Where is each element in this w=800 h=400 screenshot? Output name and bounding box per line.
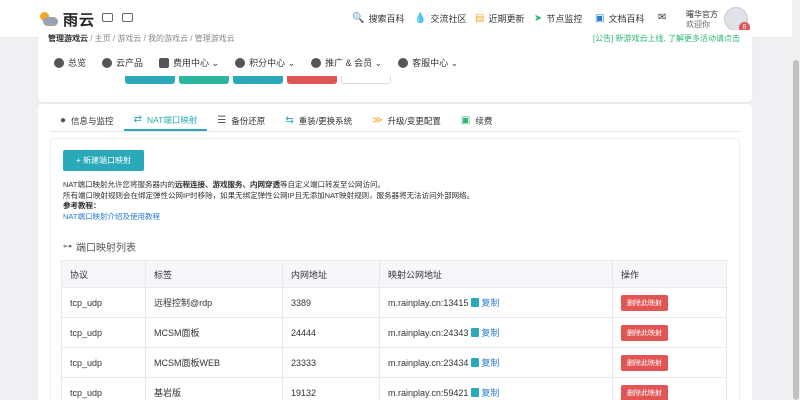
- table-row: tcp_udp 远程控制@rdp 3389 m.rainplay.cn:1341…: [61, 287, 727, 318]
- nav-search-wiki[interactable]: 🔍 搜索百科: [352, 12, 404, 25]
- action-button-4[interactable]: [287, 76, 337, 84]
- user-menu[interactable]: 曙华官方 欢迎你: [686, 10, 718, 30]
- action-button-1[interactable]: [125, 76, 175, 84]
- delete-mapping-button[interactable]: 删除此映射: [621, 384, 668, 400]
- docs-icon: ▣: [595, 13, 605, 24]
- col-label: 标签: [145, 260, 283, 288]
- table-row: tcp_udp MCSM面板 24444 m.rainplay.cn:24343…: [61, 317, 727, 348]
- action-button-5[interactable]: [341, 76, 391, 84]
- action-button-2[interactable]: [179, 76, 229, 84]
- copy-button[interactable]: 复制: [471, 388, 499, 398]
- copy-button[interactable]: 复制: [471, 358, 499, 368]
- points-icon: [235, 57, 246, 68]
- updates-icon: ▤: [475, 13, 485, 24]
- tab-renew[interactable]: ▣ 续费: [451, 110, 502, 131]
- users-icon: [311, 57, 322, 68]
- grid-icon[interactable]: [122, 13, 133, 22]
- cloud-icon: [102, 57, 113, 68]
- image-icon[interactable]: [102, 13, 113, 22]
- copy-icon: [471, 358, 480, 367]
- tab-reinstall[interactable]: ⇆ 重装/更换系统: [275, 110, 362, 131]
- menu-overview[interactable]: 总览: [54, 56, 86, 69]
- mail-icon: ✉: [658, 12, 667, 23]
- tab-nat-mapping[interactable]: ⇄ NAT端口映射: [123, 110, 208, 131]
- main-card: ● 信息与监控 ⇄ NAT端口映射 ☰ 备份还原 ⇆ 重装/更换系统 ≫ 升级/变更配置 …: [38, 104, 752, 400]
- table-row: tcp_udp MCSM面板WEB 23333 m.rainplay.cn:23…: [61, 347, 727, 378]
- page-title: 管理游戏云: [48, 34, 88, 43]
- backup-icon: ☰: [217, 115, 227, 126]
- tab-upgrade[interactable]: ≫ 升级/变更配置: [362, 110, 451, 131]
- network-icon: ⇄: [133, 114, 142, 125]
- nav-community[interactable]: 💧 交流社区: [414, 12, 466, 25]
- copy-button[interactable]: 复制: [471, 298, 499, 308]
- menu-billing[interactable]: 费用中心 ⌄: [159, 56, 219, 69]
- scrollbar-thumb[interactable]: [793, 60, 799, 400]
- headset-icon: [398, 57, 409, 68]
- nav-mail[interactable]: ✉: [658, 12, 666, 23]
- menu-points[interactable]: 积分中心 ⌄: [235, 56, 295, 69]
- monitor-icon: ➤: [534, 13, 543, 24]
- menu-cloud-products[interactable]: 云产品: [102, 56, 143, 69]
- drop-icon: 💧: [414, 13, 427, 24]
- tab-backup[interactable]: ☰ 备份还原: [207, 110, 275, 131]
- main-menu: 总览 云产品 费用中心 ⌄ 积分中心 ⌄ 推广 & 会员 ⌄ 客服中心 ⌄: [54, 56, 474, 69]
- menu-promotion[interactable]: 推广 & 会员 ⌄: [311, 56, 382, 69]
- delete-mapping-button[interactable]: 删除此映射: [621, 354, 668, 371]
- upgrade-icon: ≫: [372, 115, 383, 126]
- col-actions: 操作: [612, 260, 727, 288]
- page-scrollbar[interactable]: [792, 0, 800, 400]
- copy-icon: [471, 388, 480, 397]
- delete-mapping-button[interactable]: 删除此映射: [621, 294, 668, 311]
- col-protocol: 协议: [61, 260, 146, 288]
- user-greeting: 欢迎你: [686, 20, 710, 29]
- nat-panel: + 新建端口映射 NAT端口映射允许您将服务器内的远程连接、游戏服务、内网穿透等…: [50, 138, 740, 400]
- menu-support[interactable]: 客服中心 ⌄: [398, 56, 458, 69]
- table-row: tcp_udp 基岩版 19132 m.rainplay.cn:59421 复制 …: [61, 377, 727, 400]
- tab-info-monitor[interactable]: ● 信息与监控: [50, 110, 124, 131]
- delete-mapping-button[interactable]: 删除此映射: [621, 324, 668, 341]
- breadcrumb-path[interactable]: / 主页 / 游戏云 / 我的游戏云 / 管理游戏云: [90, 34, 234, 43]
- brand-logo[interactable]: 雨云: [38, 9, 95, 30]
- port-mapping-table: 协议 标签 内网地址 映射公网地址 操作 tcp_udp 远程控制@rdp 33…: [61, 260, 727, 400]
- nat-description: NAT端口映射允许您将服务器内的远程连接、游戏服务、内网穿透等自定义端口转发至公…: [63, 180, 475, 221]
- tab-bar: ● 信息与监控 ⇄ NAT端口映射 ☰ 备份还原 ⇆ 重装/更换系统 ≫ 升级/变更配置 …: [50, 110, 740, 132]
- notice-link[interactable]: [公告] 新游戏云上线, 了解更多活动请点击: [593, 33, 740, 44]
- new-port-mapping-button[interactable]: + 新建端口映射: [63, 150, 144, 171]
- copy-icon: [471, 298, 480, 307]
- sitemap-icon: ⊶: [63, 241, 72, 251]
- money-icon: ▣: [460, 115, 471, 126]
- brand-name: 雨云: [63, 12, 96, 29]
- billing-icon: [159, 57, 170, 68]
- action-button-3[interactable]: [233, 76, 283, 84]
- avatar[interactable]: 8: [724, 7, 750, 33]
- tutorial-link[interactable]: NAT端口映射介绍及使用教程: [63, 212, 160, 221]
- section-title: ⊶ 端口映射列表: [63, 241, 136, 254]
- logo-icon: [38, 11, 60, 28]
- nav-updates[interactable]: ▤ 近期更新: [475, 12, 524, 25]
- dashboard-icon: [54, 57, 64, 68]
- header-card: 管理游戏云 / 主页 / 游戏云 / 我的游戏云 / 管理游戏云 [公告] 新游…: [38, 30, 752, 102]
- col-internal: 内网地址: [282, 260, 380, 288]
- col-public: 映射公网地址: [379, 260, 613, 288]
- breadcrumb: 管理游戏云 / 主页 / 游戏云 / 我的游戏云 / 管理游戏云: [48, 33, 235, 44]
- swap-icon: ⇆: [285, 115, 294, 126]
- copy-icon: [471, 328, 480, 337]
- search-icon: 🔍: [352, 13, 365, 24]
- user-name: 曙华官方: [686, 10, 718, 19]
- info-icon: ●: [60, 115, 67, 126]
- copy-button[interactable]: 复制: [471, 328, 499, 338]
- nav-docs[interactable]: ▣ 文档百科: [595, 12, 644, 25]
- nav-node-monitor[interactable]: ➤ 节点监控: [534, 12, 582, 25]
